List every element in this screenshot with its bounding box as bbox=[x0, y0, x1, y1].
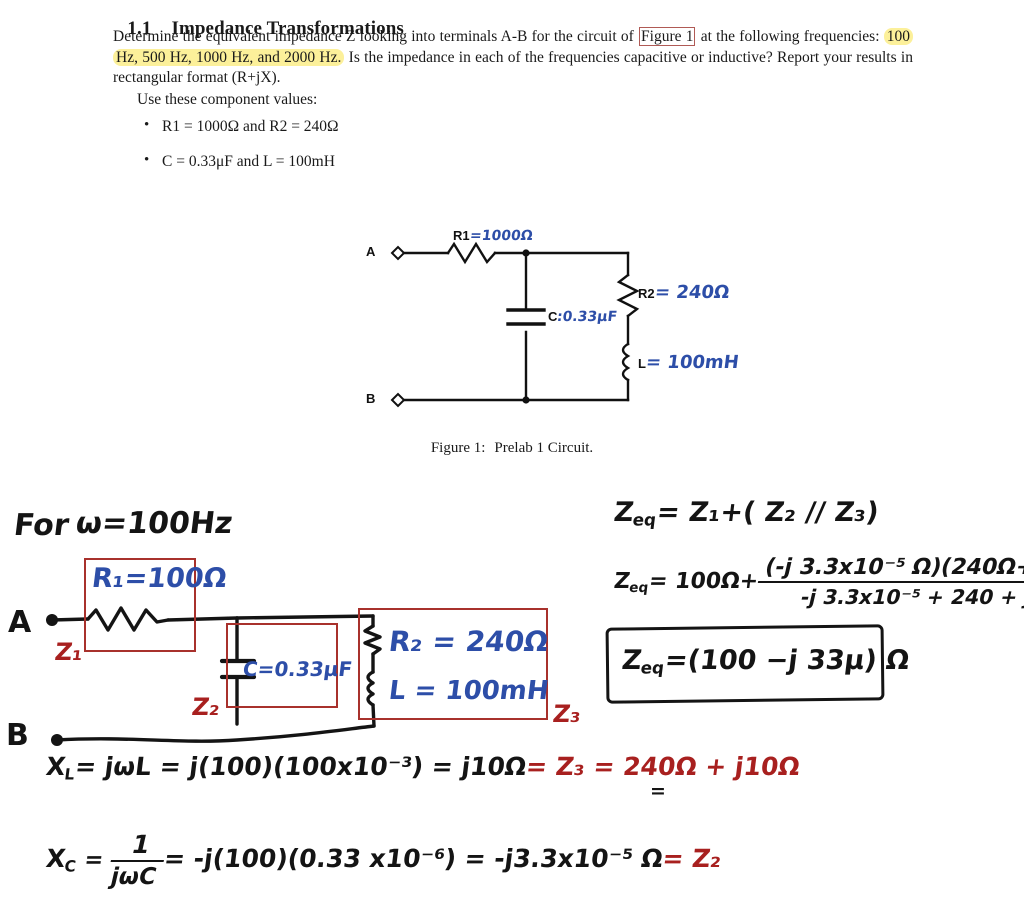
bullet-text-cap-ind: C = 0.33μF and L = 100mH bbox=[162, 153, 335, 170]
handwritten-l-box-label: L = 100mH bbox=[387, 676, 551, 706]
prelab-circuit-figure: A B R1=1000Ω C:0.33μF R2= 240Ω L= 100mH bbox=[360, 220, 760, 420]
handwritten-terminal-a: A bbox=[8, 605, 32, 640]
xc-fraction: 1 jωC bbox=[104, 830, 170, 890]
figure-terminal-a-label: A bbox=[366, 244, 376, 259]
figure-caption: Figure 1: Prelab 1 Circuit. bbox=[0, 440, 1024, 457]
figure-l-label: L= 100mH bbox=[638, 352, 740, 373]
zeq-formula-line: Zeq= Z₁+( Z₂ // Z₃) bbox=[612, 497, 880, 530]
xc-fraction-bar bbox=[110, 860, 164, 862]
figure-caption-text: Prelab 1 Circuit. bbox=[494, 440, 594, 456]
z1-label: Z₁ bbox=[53, 638, 85, 666]
final-answer-text: Zeq=(100 −j 33μ) Ω bbox=[620, 645, 911, 678]
zeq-denominator: -j 3.3x10⁻⁵ + 240 + j10 bbox=[798, 585, 1024, 609]
figure-c-label: C:0.33μF bbox=[548, 309, 619, 325]
list-item: C = 0.33μF and L = 100mH bbox=[144, 152, 339, 171]
handwritten-for-label: For bbox=[11, 508, 71, 543]
paragraph-part-1: Determine the equivalent impedance Z loo… bbox=[113, 28, 639, 45]
xc-expression: = -j(100)(0.33 x10⁻⁶) = -j3.3x10⁻⁵ Ω bbox=[162, 844, 665, 873]
figure-cross-reference-link[interactable]: Figure 1 bbox=[639, 27, 696, 46]
zeq-substituted-line: Zeq= 100Ω+(-j 3.3x10⁻⁵ Ω)(240Ω+j10 Ω)-j … bbox=[611, 555, 1024, 609]
xl-result-red: = Z₃ = 240Ω + j10Ω bbox=[524, 752, 802, 781]
handwritten-omega-value: ω=100Hz bbox=[73, 506, 235, 541]
intro-paragraph: Determine the equivalent impedance Z loo… bbox=[113, 27, 914, 89]
paragraph-part-2: at the following frequencies: bbox=[696, 28, 884, 45]
figure-c-value-handwritten: :0.33μF bbox=[556, 309, 619, 325]
figure-l-value-handwritten: = 100mH bbox=[644, 352, 740, 373]
z2-label: Z₂ bbox=[190, 693, 222, 721]
xl-expression: = jωL = j(100)(100x10⁻³) = j10Ω bbox=[73, 752, 529, 781]
figure-r2-label: R2= 240Ω bbox=[638, 282, 731, 303]
zeq-subscript-2: eq bbox=[628, 579, 650, 596]
page-root: 1.1 Impedance Transformations Determine t… bbox=[0, 0, 1024, 903]
answer-subscript: eq bbox=[639, 657, 666, 678]
figure-caption-label: Figure 1: bbox=[430, 440, 486, 456]
figure-r1-label: R1=1000Ω bbox=[453, 228, 534, 244]
handwritten-c-box-label: C=0.33μF bbox=[241, 657, 354, 681]
handwritten-r2-box-label: R₂ = 240Ω bbox=[386, 625, 551, 658]
answer-expression: =(100 −j 33μ) Ω bbox=[663, 645, 912, 676]
xc-equation-line: XC = 1 jωC = -j(100)(0.33 x10⁻⁶) = -j3.3x1… bbox=[44, 830, 724, 890]
zeq-subscript: eq bbox=[631, 509, 658, 530]
zeq-lead-term: = 100Ω+ bbox=[647, 569, 760, 594]
xc-fraction-numerator: 1 bbox=[129, 830, 154, 859]
zeq-formula-rest: = Z₁+( Z₂ // Z₃) bbox=[655, 497, 881, 528]
figure-r2-value-handwritten: = 240Ω bbox=[653, 282, 731, 303]
xc-result-red: = Z₂ bbox=[660, 844, 724, 873]
z3-label: Z₃ bbox=[551, 700, 583, 728]
xc-fraction-denominator: jωC bbox=[108, 864, 160, 890]
use-values-line: Use these component values: bbox=[137, 91, 318, 108]
xl-equation-line: XL= jωL = j(100)(100x10⁻³) = j10Ω= Z₃ = … bbox=[44, 752, 801, 783]
handwritten-r1-box-label: R₁=100Ω bbox=[90, 563, 229, 594]
handwritten-terminal-b: B bbox=[6, 718, 29, 753]
zeq-fraction: (-j 3.3x10⁻⁵ Ω)(240Ω+j10 Ω) -j 3.3x10⁻⁵ +… bbox=[752, 555, 1024, 609]
figure-r1-value-handwritten: =1000Ω bbox=[468, 228, 534, 244]
list-item: R1 = 1000Ω and R2 = 240Ω bbox=[144, 117, 339, 136]
zeq-numerator: (-j 3.3x10⁻⁵ Ω)(240Ω+j10 Ω) bbox=[762, 555, 1024, 580]
component-values-list: R1 = 1000Ω and R2 = 240Ω C = 0.33μF and … bbox=[120, 117, 339, 188]
bullet-text-resistors: R1 = 1000Ω and R2 = 240Ω bbox=[162, 118, 339, 135]
fraction-bar bbox=[757, 581, 1024, 583]
figure-terminal-b-label: B bbox=[366, 391, 376, 406]
